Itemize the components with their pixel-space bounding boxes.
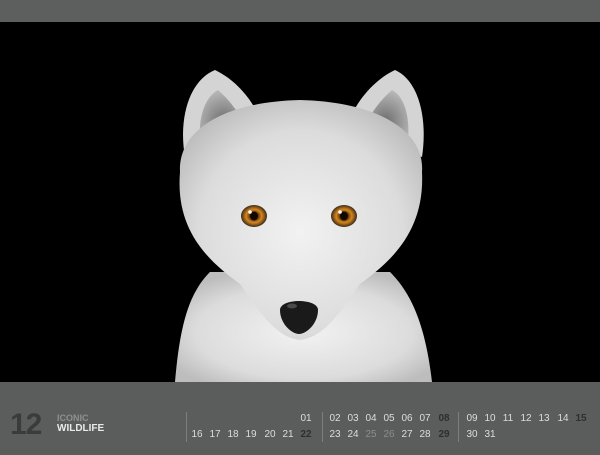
calendar-day: 28 xyxy=(419,429,431,440)
calendar-day: 11 xyxy=(502,413,514,424)
calendar-day: 10 xyxy=(484,413,496,424)
calendar-day: 06 xyxy=(401,413,413,424)
brand-line-1: ICONIC xyxy=(57,413,89,423)
calendar-day: 12 xyxy=(520,413,532,424)
calendar-day: 05 xyxy=(383,413,395,424)
photo-arctic-fox xyxy=(0,22,600,382)
brand-title: ICONIC WILDLIFE xyxy=(57,414,104,434)
calendar-day: 23 xyxy=(329,429,341,440)
month-number: 12 xyxy=(10,408,42,441)
separator xyxy=(458,412,459,442)
calendar-day: 19 xyxy=(245,429,257,440)
calendar-day: 09 xyxy=(466,413,478,424)
calendar-day: 18 xyxy=(227,429,239,440)
calendar-day: 31 xyxy=(484,429,496,440)
calendar-day: 22 xyxy=(300,429,312,440)
calendar-day: 02 xyxy=(329,413,341,424)
calendar-day: 03 xyxy=(347,413,359,424)
calendar-day: 14 xyxy=(557,413,569,424)
calendar-day: 29 xyxy=(438,429,450,440)
calendar-day: 07 xyxy=(419,413,431,424)
calendar-day: 27 xyxy=(401,429,413,440)
top-bar xyxy=(0,0,600,22)
separator xyxy=(322,412,323,442)
calendar-day: 16 xyxy=(191,429,203,440)
arctic-fox-image xyxy=(0,22,600,382)
calendar-day: 13 xyxy=(538,413,550,424)
calendar-day: 21 xyxy=(282,429,294,440)
calendar-day: 15 xyxy=(575,413,587,424)
brand-line-2: WILDLIFE xyxy=(57,423,105,434)
calendar-day: 01 xyxy=(300,413,312,424)
calendar-day: 25 xyxy=(365,429,377,440)
calendar-day: 04 xyxy=(365,413,377,424)
calendar-day: 24 xyxy=(347,429,359,440)
calendar-day: 08 xyxy=(438,413,450,424)
calendar-day: 20 xyxy=(264,429,276,440)
calendar-day: 26 xyxy=(383,429,395,440)
calendar-day: 17 xyxy=(209,429,221,440)
calendar-day: 30 xyxy=(466,429,478,440)
